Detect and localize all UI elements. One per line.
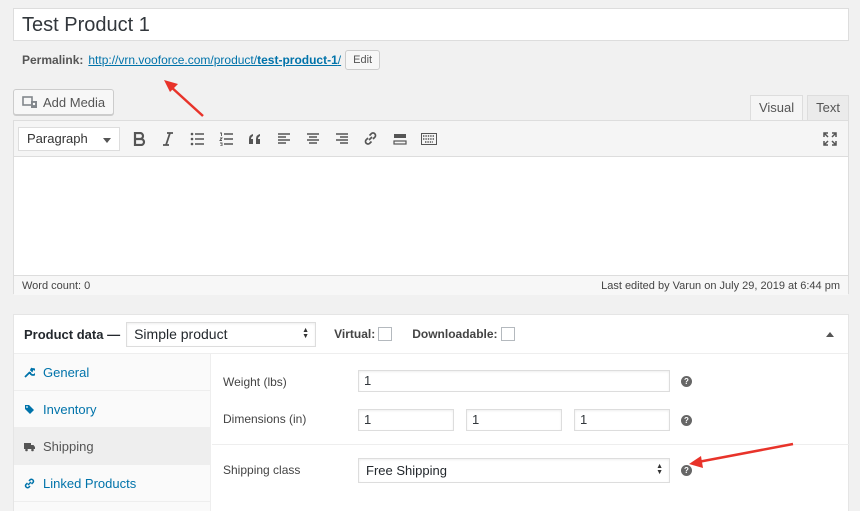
italic-icon bbox=[162, 131, 173, 146]
numbered-list-icon bbox=[218, 132, 233, 146]
tab-linked-products-label: Linked Products bbox=[43, 475, 137, 491]
insert-link-button[interactable] bbox=[356, 125, 385, 153]
format-select[interactable]: Paragraph bbox=[18, 126, 120, 151]
toolbar-toggle-button[interactable] bbox=[414, 125, 443, 153]
editor-content-area[interactable] bbox=[14, 157, 848, 275]
link-icon bbox=[24, 478, 35, 488]
align-right-button[interactable] bbox=[327, 125, 356, 153]
virtual-checkbox[interactable] bbox=[378, 327, 393, 341]
media-icon bbox=[22, 95, 38, 109]
length-input[interactable]: 1 bbox=[358, 409, 454, 431]
tab-shipping-label: Shipping bbox=[43, 438, 94, 454]
permalink-label: Permalink: bbox=[22, 53, 84, 67]
product-title-input[interactable]: Test Product 1 bbox=[13, 8, 849, 41]
arrow-to-permalink bbox=[164, 80, 204, 117]
tab-shipping[interactable]: Shipping bbox=[14, 428, 210, 465]
permalink-slug: test-product-1 bbox=[257, 53, 338, 67]
height-input[interactable]: 1 bbox=[574, 409, 670, 431]
editor-status-bar: Word count: 0 Last edited by Varun on Ju… bbox=[14, 275, 848, 295]
fullscreen-icon bbox=[822, 131, 837, 146]
tab-inventory[interactable]: Inventory bbox=[14, 391, 210, 428]
select-arrows-icon: ▲ ▼ bbox=[302, 326, 310, 340]
dimensions-label: Dimensions (in) bbox=[223, 412, 307, 426]
shipping-class-help-icon[interactable]: ? bbox=[681, 465, 692, 476]
product-type-select[interactable]: Simple product ▲ ▼ bbox=[126, 321, 317, 347]
bold-button[interactable] bbox=[124, 125, 153, 153]
weight-input[interactable]: 1 bbox=[358, 370, 670, 392]
weight-label: Weight (lbs) bbox=[223, 375, 287, 389]
width-input[interactable]: 1 bbox=[466, 409, 562, 431]
wrench-icon bbox=[24, 367, 35, 378]
shipping-class-label: Shipping class bbox=[223, 463, 301, 477]
virtual-label: Virtual: bbox=[334, 327, 376, 341]
shipping-class-select[interactable]: Free Shipping ▲ ▼ bbox=[358, 458, 670, 483]
truck-icon bbox=[24, 442, 35, 451]
content-editor: Paragraph Word count: 0 Last edited by V… bbox=[13, 120, 849, 295]
collapse-arrow-icon[interactable] bbox=[826, 331, 834, 337]
read-more-icon bbox=[392, 133, 407, 145]
downloadable-label: Downloadable: bbox=[412, 327, 498, 341]
permalink-link[interactable]: http://vrn.vooforce.com/product/test-pro… bbox=[88, 53, 341, 67]
downloadable-checkbox[interactable] bbox=[500, 327, 515, 341]
add-media-button[interactable]: Add Media bbox=[13, 89, 115, 115]
editor-mode-tabs: Visual Text bbox=[749, 95, 849, 120]
editor-toolbar: Paragraph bbox=[14, 121, 848, 157]
tab-visual[interactable]: Visual bbox=[749, 95, 804, 120]
shipping-class-value: Free Shipping bbox=[366, 463, 447, 478]
tab-general-label: General bbox=[43, 364, 90, 380]
align-left-button[interactable] bbox=[269, 125, 298, 153]
product-data-box: Product data — Simple product ▲ ▼ Virtual… bbox=[13, 314, 850, 511]
add-media-label: Add Media bbox=[43, 94, 106, 110]
dimensions-help-icon[interactable]: ? bbox=[681, 415, 692, 426]
tab-text[interactable]: Text bbox=[807, 95, 849, 120]
edit-permalink-button[interactable]: Edit bbox=[345, 50, 381, 70]
quote-icon bbox=[248, 133, 260, 144]
bullet-list-icon bbox=[190, 132, 204, 145]
bold-icon bbox=[133, 131, 145, 146]
permalink-url-end: / bbox=[337, 53, 342, 67]
tab-linked-products[interactable]: Linked Products bbox=[14, 465, 210, 502]
product-data-header: Product data — Simple product ▲ ▼ Virtual… bbox=[14, 315, 848, 354]
product-data-tabs: General Inventory Shipping Linked Produc… bbox=[14, 354, 211, 511]
tab-general[interactable]: General bbox=[14, 354, 210, 391]
weight-help-icon[interactable]: ? bbox=[681, 376, 692, 387]
tag-icon bbox=[25, 404, 34, 414]
keyboard-icon bbox=[420, 132, 437, 145]
bullet-list-button[interactable] bbox=[182, 125, 211, 153]
field-divider bbox=[212, 444, 850, 445]
word-count: Word count: 0 bbox=[22, 279, 91, 292]
align-right-icon bbox=[335, 132, 348, 144]
align-left-icon bbox=[277, 132, 290, 144]
tab-inventory-label: Inventory bbox=[43, 401, 97, 417]
last-edited: Last edited by Varun on July 29, 2019 at… bbox=[601, 279, 840, 292]
permalink-row: Permalink: http://vrn.vooforce.com/produ… bbox=[22, 50, 381, 70]
read-more-button[interactable] bbox=[385, 125, 414, 153]
fullscreen-button[interactable] bbox=[815, 125, 844, 153]
product-data-title: Product data — bbox=[24, 326, 121, 342]
permalink-url-base: http://vrn.vooforce.com/product/ bbox=[88, 53, 258, 67]
align-center-button[interactable] bbox=[298, 125, 327, 153]
product-type-value: Simple product bbox=[134, 325, 228, 342]
link-icon bbox=[364, 132, 377, 145]
select-arrows-icon: ▲ ▼ bbox=[656, 463, 663, 476]
align-center-icon bbox=[306, 132, 319, 144]
italic-button[interactable] bbox=[153, 125, 182, 153]
numbered-list-button[interactable] bbox=[211, 125, 240, 153]
blockquote-button[interactable] bbox=[240, 125, 269, 153]
